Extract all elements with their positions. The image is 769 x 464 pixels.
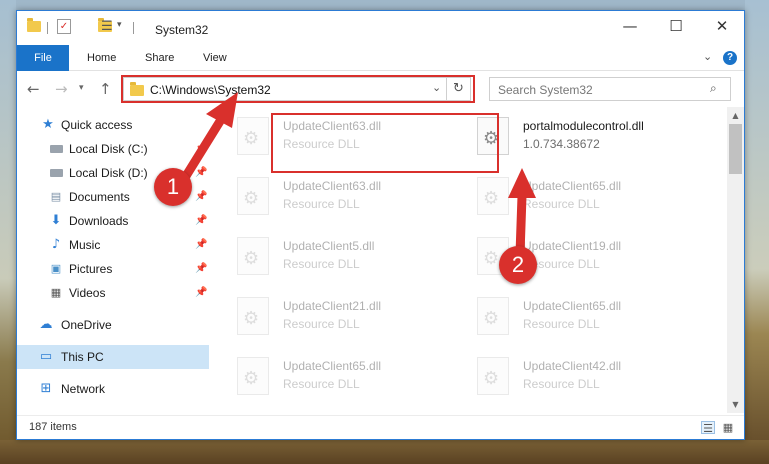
pin-icon[interactable]: 📌 xyxy=(195,257,207,281)
search-input[interactable]: Search System32 xyxy=(498,83,593,97)
scroll-thumb[interactable] xyxy=(729,124,742,174)
tab-share[interactable]: Share xyxy=(145,45,174,71)
search-icon[interactable]: ⌕ xyxy=(710,81,717,96)
scroll-down-icon[interactable]: ▼ xyxy=(727,396,744,413)
customize-toolbar-icon[interactable]: ☰ xyxy=(101,19,113,34)
pin-icon[interactable]: 📌 xyxy=(195,209,207,233)
download-icon: ⬇ xyxy=(50,213,62,228)
sidebar-item-network[interactable]: ⊞ Network xyxy=(17,377,209,401)
file-explorer-window: ✓ ☰ ▾ System32 — ☐ ✕ File Home Share Vie… xyxy=(16,10,745,440)
sidebar-item-this-pc[interactable]: ▭ This PC xyxy=(17,345,209,369)
desktop-wallpaper-left xyxy=(0,0,16,464)
file-item[interactable]: UpdateClient42.dll Resource DLL xyxy=(457,353,687,403)
documents-icon: ▤ xyxy=(50,190,62,203)
status-bar: 187 items ☰ ▦ xyxy=(17,415,744,439)
minimize-button[interactable]: — xyxy=(607,11,653,41)
dll-file-icon xyxy=(237,297,269,335)
ribbon-tabs: File Home Share View ⌄ ? xyxy=(17,45,744,71)
dll-file-icon xyxy=(477,297,509,335)
window-title: System32 xyxy=(155,23,209,37)
title-bar: ✓ ☰ ▾ System32 — ☐ ✕ xyxy=(17,11,744,45)
dll-file-icon xyxy=(237,357,269,395)
sidebar-item-music[interactable]: ♪ Music 📌 xyxy=(17,233,209,257)
properties-icon[interactable]: ✓ xyxy=(57,19,71,34)
annotation-highlight-file xyxy=(271,113,499,173)
file-item[interactable]: UpdateClient5.dll Resource DLL xyxy=(217,233,447,283)
dll-file-icon xyxy=(477,357,509,395)
tab-view[interactable]: View xyxy=(203,45,227,71)
file-item[interactable]: UpdateClient65.dll Resource DLL xyxy=(457,173,687,223)
desktop-wallpaper-right xyxy=(745,0,769,464)
details-view-icon[interactable]: ☰ xyxy=(701,421,715,435)
help-icon[interactable]: ? xyxy=(723,51,737,65)
navigation-pane: ★ Quick access Local Disk (C:) 📌 Local D… xyxy=(17,111,209,411)
pin-icon[interactable]: 📌 xyxy=(195,281,207,305)
tab-file[interactable]: File xyxy=(17,45,69,71)
address-row: ← → ▾ ↑ C:\Windows\System32 ⌄ ↻ Search S… xyxy=(17,73,744,105)
dll-file-icon xyxy=(237,117,269,155)
sidebar-item-quick-access[interactable]: ★ Quick access xyxy=(17,113,209,137)
dll-file-icon xyxy=(477,177,509,215)
tab-home[interactable]: Home xyxy=(87,45,116,71)
item-count: 187 items xyxy=(29,421,77,433)
sidebar-item-downloads[interactable]: ⬇ Downloads 📌 xyxy=(17,209,209,233)
pin-icon[interactable]: 📌 xyxy=(195,137,207,161)
large-icons-view-icon[interactable]: ▦ xyxy=(721,421,735,434)
folder-icon xyxy=(27,18,41,32)
sidebar-item-videos[interactable]: ▦ Videos 📌 xyxy=(17,281,209,305)
annotation-highlight-address xyxy=(121,75,475,103)
pin-icon[interactable]: 📌 xyxy=(195,185,207,209)
pin-icon[interactable]: 📌 xyxy=(195,161,207,185)
sidebar-item-pictures[interactable]: ▣ Pictures 📌 xyxy=(17,257,209,281)
dll-file-icon xyxy=(237,177,269,215)
sidebar-item-local-disk-c[interactable]: Local Disk (C:) 📌 xyxy=(17,137,209,161)
up-arrow-icon[interactable]: ↑ xyxy=(99,80,112,98)
drive-icon xyxy=(49,142,63,156)
separator xyxy=(133,22,134,34)
scroll-up-icon[interactable]: ▲ xyxy=(727,107,744,124)
close-button[interactable]: ✕ xyxy=(699,11,745,41)
dll-file-icon xyxy=(237,237,269,275)
pin-icon[interactable]: 📌 xyxy=(195,233,207,257)
music-icon: ♪ xyxy=(51,237,61,252)
file-item[interactable]: UpdateClient63.dll Resource DLL xyxy=(217,173,447,223)
search-box[interactable]: Search System32 ⌕ xyxy=(489,77,731,101)
forward-arrow-icon[interactable]: → xyxy=(55,80,68,98)
drive-icon xyxy=(49,166,63,180)
computer-icon: ▭ xyxy=(39,349,53,364)
pictures-icon: ▣ xyxy=(50,262,62,275)
file-item[interactable]: UpdateClient19.dll Resource DLL xyxy=(457,233,687,283)
desktop-wallpaper-bottom xyxy=(0,440,769,464)
network-icon: ⊞ xyxy=(40,381,52,396)
chevron-down-icon[interactable]: ▾ xyxy=(117,20,122,30)
file-item[interactable]: UpdateClient65.dll Resource DLL xyxy=(217,353,447,403)
sidebar-item-onedrive[interactable]: ☁ OneDrive xyxy=(17,313,209,337)
maximize-button[interactable]: ☐ xyxy=(653,11,699,41)
expand-ribbon-icon[interactable]: ⌄ xyxy=(703,50,712,63)
cloud-icon: ☁ xyxy=(39,317,53,332)
file-item[interactable]: UpdateClient65.dll Resource DLL xyxy=(457,293,687,343)
star-icon: ★ xyxy=(42,117,54,132)
recent-locations-icon[interactable]: ▾ xyxy=(79,83,84,93)
annotation-badge-1: 1 xyxy=(154,168,192,206)
file-item[interactable]: UpdateClient21.dll Resource DLL xyxy=(217,293,447,343)
vertical-scrollbar[interactable]: ▲ ▼ xyxy=(727,107,744,413)
annotation-badge-2: 2 xyxy=(499,246,537,284)
separator xyxy=(47,22,48,34)
videos-icon: ▦ xyxy=(50,286,62,299)
back-arrow-icon[interactable]: ← xyxy=(27,80,40,98)
